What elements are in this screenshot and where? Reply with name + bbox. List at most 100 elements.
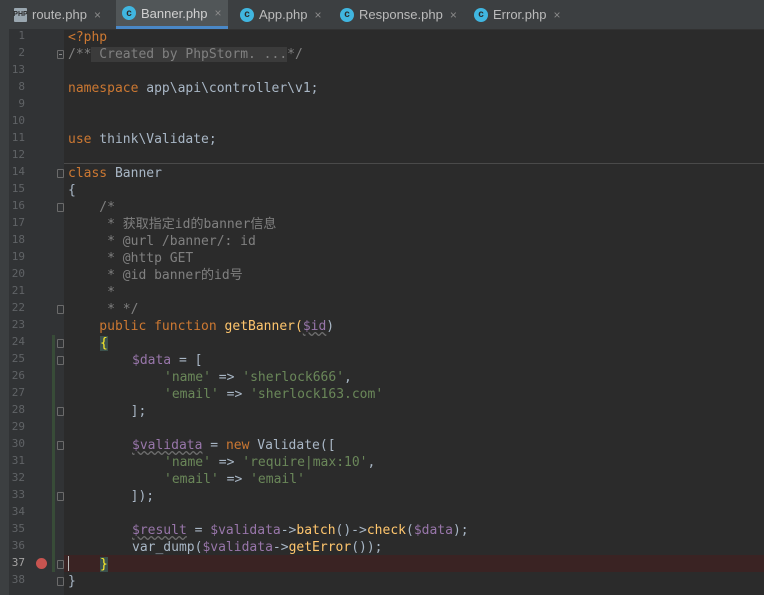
line-number: 29	[11, 420, 25, 433]
code-line: {	[100, 335, 108, 352]
method-call: check	[366, 523, 406, 538]
line-number: 17	[11, 216, 25, 229]
vcs-change-marker[interactable]	[52, 335, 55, 572]
line-number: 14	[11, 165, 25, 178]
code-line: * @url /banner/: id	[68, 234, 256, 249]
code-line: 'name' => 'require|max:10',	[164, 454, 375, 471]
class-icon: c	[340, 7, 354, 22]
code-line: public function getBanner($id)	[68, 318, 334, 335]
string: 'sherlock666'	[242, 370, 345, 385]
line-number: 34	[11, 505, 25, 518]
fold-toggle-icon[interactable]	[57, 203, 64, 212]
method-call: getError	[288, 540, 352, 555]
punctuation: (	[405, 523, 414, 538]
matched-brace: }	[100, 557, 108, 572]
variable: $id	[302, 319, 327, 334]
line-number: 21	[11, 284, 25, 297]
line-number: 32	[11, 471, 25, 484]
code-line: namespace app\api\controller\v1;	[68, 80, 318, 97]
keyword: new	[225, 438, 250, 453]
line-number: 8	[18, 80, 25, 93]
tab-response-php[interactable]: c Response.php ×	[340, 0, 457, 29]
code-line: $validata = new Validate([	[132, 437, 336, 454]
fold-toggle-icon[interactable]	[57, 356, 64, 365]
code-line: ];	[68, 404, 147, 419]
class-call: Validate([	[249, 438, 336, 453]
tab-error-php[interactable]: c Error.php ×	[474, 0, 561, 29]
namespace-path: app\api\controller\v1;	[138, 81, 319, 96]
text-caret	[68, 556, 69, 571]
line-number: 24	[11, 335, 25, 348]
fold-toggle-icon[interactable]	[57, 407, 64, 416]
fold-toggle-icon[interactable]	[57, 492, 64, 501]
code-line: }	[68, 574, 76, 589]
string: 'name'	[164, 455, 211, 470]
comment: */	[287, 47, 303, 62]
line-number: 19	[11, 250, 25, 263]
code-line: {	[68, 183, 76, 198]
keyword: namespace	[68, 81, 139, 96]
line-number: 13	[11, 63, 25, 76]
line-number: 16	[11, 199, 25, 212]
class-icon: c	[122, 6, 136, 20]
string: 'name'	[164, 370, 211, 385]
variable: $validata	[210, 523, 281, 538]
keyword: use	[68, 132, 92, 147]
tab-route-php[interactable]: PHP route.php ×	[13, 0, 101, 29]
function-call: var_dump(	[132, 540, 203, 555]
line-number: 9	[18, 97, 25, 110]
code-line: ]);	[68, 489, 155, 504]
fold-toggle-icon[interactable]	[57, 169, 64, 178]
code-line: 'email' => 'sherlock163.com'	[164, 386, 383, 403]
line-number: 20	[11, 267, 25, 280]
operator: =>	[218, 472, 251, 487]
line-number: 31	[11, 454, 25, 467]
code-line: * @http GET	[68, 251, 194, 266]
close-icon[interactable]: ×	[94, 8, 101, 22]
fold-toggle-icon[interactable]	[57, 305, 64, 314]
punctuation: ());	[351, 540, 383, 555]
method-separator	[64, 163, 764, 164]
folded-comment[interactable]: Created by PhpStorm. ...	[91, 47, 288, 62]
fold-toggle-icon[interactable]	[57, 339, 64, 348]
tab-app-php[interactable]: c App.php ×	[240, 0, 321, 29]
fold-toggle-icon[interactable]	[57, 50, 64, 59]
punctuation: = [	[171, 353, 203, 368]
line-number: 18	[11, 233, 25, 246]
tab-label: Response.php	[359, 7, 443, 22]
line-number: 23	[11, 318, 25, 331]
line-number: 10	[11, 114, 25, 127]
variable: $data	[132, 353, 172, 368]
operator: ->	[280, 523, 297, 538]
breakpoint-icon[interactable]	[36, 558, 47, 569]
tab-label: Banner.php	[141, 5, 208, 21]
code-line: use think\Validate;	[68, 131, 217, 148]
string: 'email'	[250, 472, 305, 487]
close-icon[interactable]: ×	[553, 8, 560, 22]
code-line: $data = [	[132, 352, 202, 369]
fold-toggle-icon[interactable]	[57, 577, 64, 586]
operator: =>	[218, 387, 251, 402]
fold-toggle-icon[interactable]	[57, 441, 64, 450]
code-line: * @id banner的id号	[68, 268, 243, 283]
line-number: 30	[11, 437, 25, 450]
tab-label: App.php	[259, 7, 308, 22]
line-number: 35	[11, 522, 25, 535]
line-number: 33	[11, 488, 25, 501]
close-icon[interactable]: ×	[215, 6, 222, 20]
code-line: 'email' => 'email'	[164, 471, 305, 488]
tab-label: Error.php	[493, 7, 547, 22]
string: 'sherlock163.com'	[250, 387, 384, 402]
code-line: 'name' => 'sherlock666',	[164, 369, 352, 386]
class-icon: c	[240, 7, 254, 22]
code-line: *	[68, 285, 115, 300]
php-file-icon: PHP	[13, 7, 28, 22]
string: 'email'	[164, 472, 219, 487]
fold-toggle-icon[interactable]	[57, 560, 64, 569]
close-icon[interactable]: ×	[314, 8, 321, 22]
punctuation: ,	[344, 370, 352, 385]
class-icon: c	[474, 7, 488, 22]
tab-banner-php[interactable]: c Banner.php ×	[116, 0, 228, 29]
close-icon[interactable]: ×	[450, 8, 457, 22]
code-line: var_dump($validata->getError());	[132, 539, 383, 556]
